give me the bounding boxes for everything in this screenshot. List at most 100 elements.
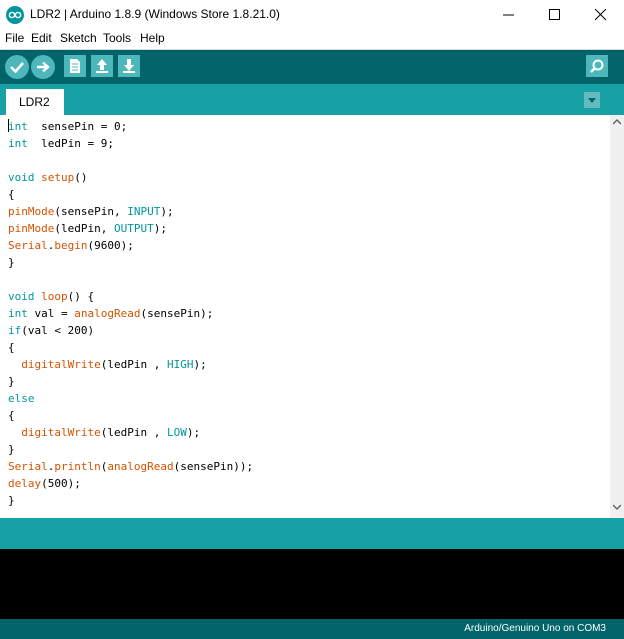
code-token: pinMode (8, 222, 55, 235)
window-title: LDR2 | Arduino 1.8.9 (Windows Store 1.8.… (30, 7, 280, 21)
code-token: else (8, 392, 35, 405)
code-token: analogRead (74, 307, 141, 320)
code-line: int sensePin = 0; (8, 118, 127, 135)
code-token: loop (41, 290, 68, 303)
code-token: ); (153, 222, 167, 235)
code-token: (ledPin, (54, 222, 114, 235)
verify-button[interactable] (5, 55, 29, 79)
code-token: int (8, 307, 28, 320)
code-token: { (8, 341, 15, 354)
code-token: ); (186, 426, 201, 439)
code-token: () { (67, 290, 95, 303)
code-line: } (8, 492, 15, 509)
tab-ldr2[interactable]: LDR2 (6, 89, 64, 115)
toolbar (0, 50, 624, 84)
upload-icon (37, 61, 50, 73)
code-token: setup (41, 171, 75, 184)
code-token: pinMode (8, 205, 55, 218)
code-token: digitalWrite (21, 358, 101, 371)
menu-bar: File Edit Sketch Tools Help (0, 30, 624, 50)
tab-label: LDR2 (19, 95, 50, 109)
code-token: int (8, 120, 28, 133)
open-button[interactable] (91, 55, 113, 77)
code-line: } (8, 373, 15, 390)
code-token: digitalWrite (21, 426, 101, 439)
code-line: digitalWrite(ledPin , LOW); (8, 424, 200, 441)
code-line: { (8, 339, 15, 356)
serial-monitor-button[interactable] (586, 55, 608, 77)
code-token: ledPin = 9; (27, 137, 114, 150)
code-line: void loop() { (8, 288, 94, 305)
code-line: pinMode(ledPin, OUTPUT); (8, 220, 167, 237)
tab-strip: LDR2 (0, 84, 624, 115)
scroll-up-icon[interactable] (613, 119, 621, 125)
menu-tools[interactable]: Tools (103, 31, 131, 45)
code-line: void setup() (8, 169, 88, 186)
console-output[interactable] (0, 549, 624, 619)
code-token: (500); (41, 477, 81, 490)
code-line: { (8, 407, 15, 424)
scroll-down-icon[interactable] (613, 504, 621, 510)
code-line: Serial.begin(9600); (8, 237, 134, 254)
code-token: void (8, 171, 35, 184)
code-line: int val = analogRead(sensePin); (8, 305, 213, 322)
code-token: LOW (166, 426, 187, 439)
code-line: else (8, 390, 35, 407)
menu-help[interactable]: Help (140, 31, 165, 45)
code-token: (sensePin)); (173, 460, 254, 473)
close-button[interactable] (578, 0, 624, 30)
arduino-logo-icon (6, 6, 24, 24)
code-token: (sensePin); (140, 307, 214, 320)
tab-menu-button[interactable] (584, 92, 600, 108)
code-line: pinMode(sensePin, INPUT); (8, 203, 174, 220)
code-token: OUTPUT (113, 222, 154, 235)
code-token: } (8, 494, 15, 507)
code-line: Serial.println(analogRead(sensePin)); (8, 458, 253, 475)
code-token: if (8, 324, 22, 337)
code-token: INPUT (127, 205, 161, 218)
code-line: } (8, 441, 15, 458)
code-line: } (8, 254, 15, 271)
code-line: digitalWrite(ledPin , HIGH); (8, 356, 206, 373)
minimize-button[interactable] (486, 0, 532, 30)
menu-sketch[interactable]: Sketch (60, 31, 97, 45)
menu-file[interactable]: File (5, 31, 24, 45)
save-button[interactable] (118, 55, 140, 77)
code-token: delay (8, 477, 42, 490)
code-token: sensePin = 0; (27, 120, 128, 133)
code-editor[interactable]: int sensePin = 0; int ledPin = 9; void set… (0, 115, 610, 518)
code-token: int (8, 137, 28, 150)
menu-edit[interactable]: Edit (31, 31, 52, 45)
code-token: HIGH (166, 358, 194, 371)
verify-icon (10, 62, 24, 74)
code-token: val = (27, 307, 75, 320)
title-bar: LDR2 | Arduino 1.8.9 (Windows Store 1.8.… (0, 0, 624, 30)
code-token: } (8, 375, 15, 388)
board-status-bar: Arduino/Genuino Uno on COM3 (0, 619, 624, 639)
code-token: () (74, 171, 88, 184)
upload-button[interactable] (31, 55, 55, 79)
code-line: int ledPin = 9; (8, 135, 114, 152)
code-token: (9600); (87, 239, 134, 252)
code-token: Serial (8, 239, 48, 252)
code-line: delay(500); (8, 475, 81, 492)
save-icon (123, 59, 135, 73)
code-token: (val < 200) (21, 324, 95, 337)
new-button[interactable] (64, 55, 86, 77)
code-token: } (8, 443, 15, 456)
code-token: begin (54, 239, 88, 252)
code-token: (ledPin , (100, 358, 167, 371)
code-line: if(val < 200) (8, 322, 94, 339)
open-icon (96, 59, 108, 73)
code-token: Serial (8, 460, 48, 473)
editor-scrollbar[interactable] (610, 115, 624, 518)
maximize-button[interactable] (532, 0, 578, 30)
board-port-label: Arduino/Genuino Uno on COM3 (464, 623, 606, 634)
code-token: analogRead (107, 460, 174, 473)
code-token: { (8, 188, 15, 201)
code-token: { (8, 409, 15, 422)
code-token: void (8, 290, 35, 303)
chevron-down-icon (588, 98, 596, 103)
